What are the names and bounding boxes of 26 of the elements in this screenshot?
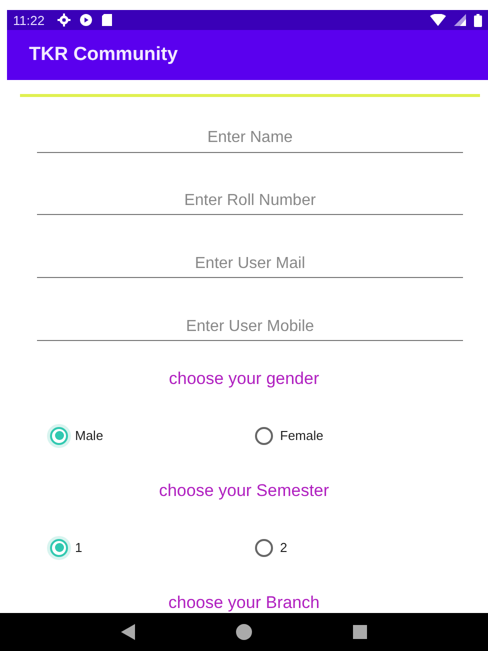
input-field[interactable]: Enter User Mail xyxy=(37,238,463,278)
radio-button[interactable] xyxy=(50,538,68,557)
play-icon xyxy=(78,13,93,27)
home-icon[interactable] xyxy=(236,624,252,640)
recents-icon[interactable] xyxy=(353,625,368,639)
sd-card-icon xyxy=(100,13,113,27)
gear-icon xyxy=(56,13,71,27)
section-heading: choose your gender xyxy=(168,368,320,389)
signal-icon xyxy=(454,14,466,26)
radio-label: Female xyxy=(280,428,324,444)
clock-time: 11:22 xyxy=(13,12,45,28)
input-field[interactable]: Enter Roll Number xyxy=(37,176,463,216)
wifi-icon xyxy=(430,14,446,26)
input-field[interactable]: Enter User Mobile xyxy=(37,301,463,341)
back-icon[interactable] xyxy=(120,624,135,640)
input-field[interactable]: Enter Name xyxy=(37,112,463,153)
section-heading: choose your Branch xyxy=(167,592,321,613)
radio-button[interactable] xyxy=(255,426,273,445)
radio-button[interactable] xyxy=(50,426,68,445)
battery-icon xyxy=(474,14,482,26)
section-heading: choose your Semester xyxy=(158,480,330,501)
radio-label: 1 xyxy=(75,540,82,556)
radio-label: 2 xyxy=(280,540,288,556)
radio-label: Male xyxy=(75,428,104,444)
radio-button[interactable] xyxy=(255,538,273,557)
app-title: TKR Community xyxy=(29,44,178,66)
